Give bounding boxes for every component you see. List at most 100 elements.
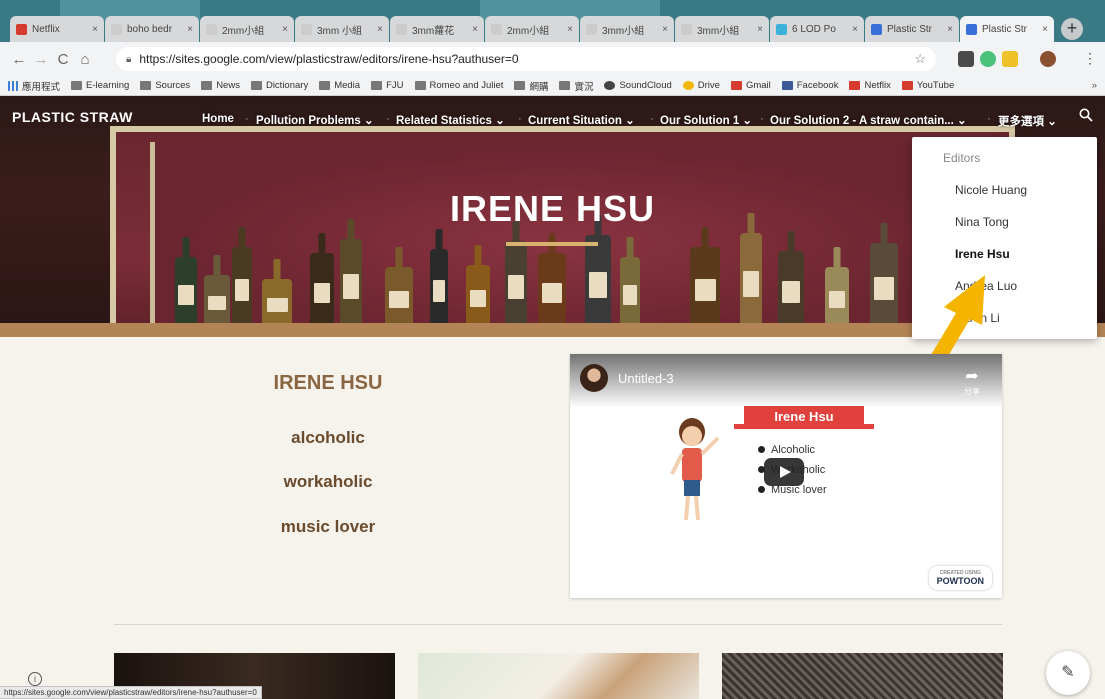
site-navbar: PLASTIC STRAW Home · Pollution Problems … — [0, 96, 1105, 142]
bookmark-item[interactable]: Dictionary — [250, 80, 308, 91]
dropdown-item-nicole-huang[interactable]: Nicole Huang — [955, 183, 1027, 197]
nav-separator: · — [386, 113, 390, 125]
bookmark-label: SoundCloud — [619, 80, 672, 91]
profile-avatar[interactable] — [1040, 51, 1056, 67]
bookmark-item[interactable]: SoundCloud — [604, 80, 672, 91]
bookmark-item[interactable]: 應用程式 — [8, 79, 60, 93]
tab-close-icon[interactable]: × — [852, 24, 858, 35]
bookmark-item[interactable]: 實況 — [559, 79, 593, 93]
thumbnail-image[interactable] — [722, 653, 1003, 699]
extension-icon[interactable] — [980, 51, 996, 67]
search-icon[interactable] — [1079, 108, 1093, 122]
nav-more-options[interactable]: 更多選項 ⌄ — [998, 113, 1057, 129]
browser-tab[interactable]: Plastic Str × — [865, 16, 959, 42]
browser-tab[interactable]: boho bedr × — [105, 16, 199, 42]
thumbnail-image[interactable] — [418, 653, 699, 699]
tab-close-icon[interactable]: × — [282, 24, 288, 35]
new-tab-button[interactable]: + — [1061, 18, 1083, 40]
folder-icon — [371, 81, 383, 90]
bookmark-item[interactable]: Romeo and Juliet — [414, 80, 504, 91]
bookmark-item[interactable]: Drive — [682, 80, 720, 91]
nav-our-solution-2[interactable]: Our Solution 2 - A straw contain... ⌄ — [770, 113, 967, 127]
bookmark-item[interactable]: E-learning — [71, 80, 129, 91]
browser-tab-strip: Netflix × boho bedr × 2mm小組 × 3mm 小組 × 3mm蘿花 × 2mm… — [0, 0, 1105, 42]
nav-home[interactable]: Home — [202, 113, 234, 125]
bottle-illustration — [538, 233, 566, 327]
browser-tab[interactable]: 3mm小組 × — [580, 16, 674, 42]
bookmark-item[interactable]: News — [201, 80, 240, 91]
tab-favicon-icon — [396, 23, 407, 35]
dropdown-item-nina-tong[interactable]: Nina Tong — [955, 215, 1009, 229]
bottle-illustration — [620, 237, 640, 327]
bottle-illustration — [825, 247, 849, 327]
browser-tab[interactable]: 3mm 小組 × — [295, 16, 389, 42]
tab-favicon-icon — [491, 23, 502, 35]
bookmark-item[interactable]: Facebook — [781, 80, 839, 91]
nav-separator: · — [760, 113, 764, 125]
embedded-video-player[interactable]: Irene Hsu Alcoholic Workaholic Music lov… — [570, 354, 1002, 598]
bottle-illustration — [778, 231, 804, 327]
browser-tab[interactable]: Netflix × — [10, 16, 104, 42]
folder-icon — [250, 81, 262, 90]
site-brand[interactable]: PLASTIC STRAW — [12, 109, 133, 125]
tab-close-icon[interactable]: × — [472, 24, 478, 35]
edit-pencil-icon[interactable]: ✎ — [1046, 651, 1090, 695]
info-icon[interactable]: i — [28, 672, 42, 686]
browser-tab[interactable]: 6 LOD Po × — [770, 16, 864, 42]
tab-close-icon[interactable]: × — [757, 24, 763, 35]
bookmark-label: Facebook — [796, 80, 839, 91]
bookmarks-bar: 應用程式 E-learning Sources News Dictionary Media… — [0, 76, 1105, 96]
nav-current-situation[interactable]: Current Situation ⌄ — [528, 113, 635, 127]
bookmark-item[interactable]: YouTube — [901, 80, 954, 91]
tab-close-icon[interactable]: × — [377, 24, 383, 35]
browser-menu-icon[interactable]: ⋮ — [1083, 50, 1097, 67]
bookmark-star-icon[interactable]: ☆ — [914, 51, 926, 67]
bookmark-item[interactable]: Media — [319, 80, 360, 91]
cartoon-character-illustration — [670, 418, 720, 521]
home-button[interactable]: ⌂ — [74, 51, 96, 68]
bookmark-item[interactable]: Gmail — [730, 80, 771, 91]
nav-separator: · — [245, 113, 249, 125]
bookmark-item[interactable]: Netflix — [849, 80, 891, 91]
trait-item: alcoholic — [291, 428, 365, 447]
share-label: 分享 — [964, 387, 980, 396]
extension-icon[interactable] — [958, 51, 974, 67]
browser-tab[interactable]: 2mm小組 × — [200, 16, 294, 42]
bookmark-label: Romeo and Juliet — [429, 80, 504, 91]
bookmark-item[interactable]: FJU — [371, 80, 404, 91]
browser-tab[interactable]: 3mm小組 × — [675, 16, 769, 42]
tab-close-icon[interactable]: × — [567, 24, 573, 35]
extension-icon[interactable] — [1002, 51, 1018, 67]
browser-toolbar: ← → C ⌂ 🔒︎ https://sites.google.com/view… — [0, 42, 1105, 76]
bookmark-label: FJU — [386, 80, 404, 91]
tab-close-icon[interactable]: × — [1042, 24, 1048, 35]
bookmark-item[interactable]: 網購 — [514, 79, 548, 93]
bookmark-item[interactable]: Sources — [140, 80, 190, 91]
tab-favicon-icon — [871, 23, 882, 35]
tab-close-icon[interactable]: × — [662, 24, 668, 35]
bottle-illustration — [740, 213, 762, 327]
back-button[interactable]: ← — [8, 51, 30, 68]
video-title[interactable]: Untitled-3 — [618, 371, 674, 386]
bookmarks-overflow-button[interactable]: » — [1092, 80, 1097, 91]
nav-pollution-problems[interactable]: Pollution Problems ⌄ — [256, 113, 374, 127]
hero-underline — [506, 242, 598, 246]
powtoon-badge[interactable]: CREATED USING POWTOON — [928, 566, 992, 590]
tab-close-icon[interactable]: × — [947, 24, 953, 35]
browser-tab[interactable]: 2mm小組 × — [485, 16, 579, 42]
browser-tab[interactable]: 3mm蘿花 × — [390, 16, 484, 42]
share-icon[interactable]: ➦ 分享 — [964, 366, 980, 397]
nav-our-solution-1[interactable]: Our Solution 1 ⌄ — [660, 113, 752, 127]
play-button-icon[interactable] — [764, 458, 804, 486]
tab-close-icon[interactable]: × — [92, 24, 98, 35]
tab-favicon-icon — [586, 23, 597, 35]
channel-avatar[interactable] — [580, 364, 608, 392]
nav-related-statistics[interactable]: Related Statistics ⌄ — [396, 113, 505, 127]
dropdown-item-irene-hsu[interactable]: Irene Hsu — [955, 247, 1010, 261]
tab-close-icon[interactable]: × — [187, 24, 193, 35]
browser-tab[interactable]: Plastic Str × — [960, 16, 1054, 42]
forward-button[interactable]: → — [30, 51, 52, 68]
bottle-illustration — [585, 215, 611, 327]
address-bar[interactable]: 🔒︎ https://sites.google.com/view/plastic… — [116, 47, 936, 71]
reload-button[interactable]: C — [52, 51, 74, 68]
